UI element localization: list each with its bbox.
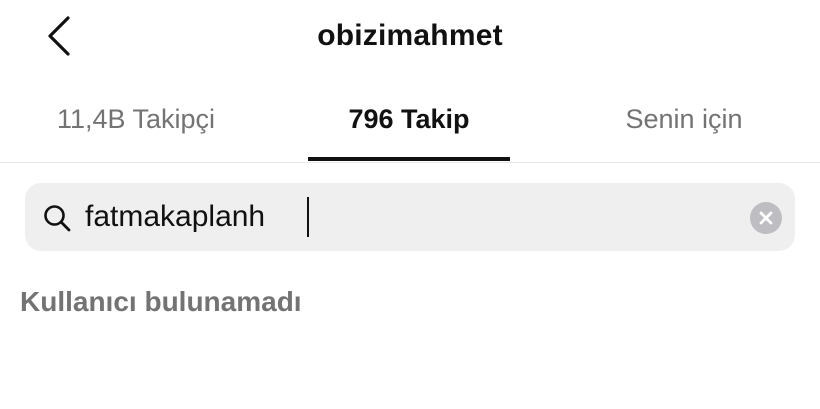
clear-icon — [759, 211, 773, 225]
search-icon — [44, 205, 71, 232]
header: obizimahmet — [0, 0, 820, 78]
no-results-message: Kullanıcı bulunamadı — [20, 286, 302, 317]
tab-for-you[interactable]: Senin için — [548, 86, 820, 162]
active-tab-indicator — [308, 157, 510, 161]
tab-followers[interactable]: 11,4B Takipçi — [0, 86, 272, 162]
text-caret — [307, 197, 309, 237]
clear-search-button[interactable] — [750, 202, 782, 234]
search-box[interactable] — [25, 183, 795, 251]
tab-following[interactable]: 796 Takip — [308, 86, 510, 162]
page-title: obizimahmet — [317, 19, 503, 52]
search-input[interactable] — [85, 192, 725, 242]
tab-bar: 11,4B Takipçi 796 Takip Senin için — [0, 86, 820, 163]
